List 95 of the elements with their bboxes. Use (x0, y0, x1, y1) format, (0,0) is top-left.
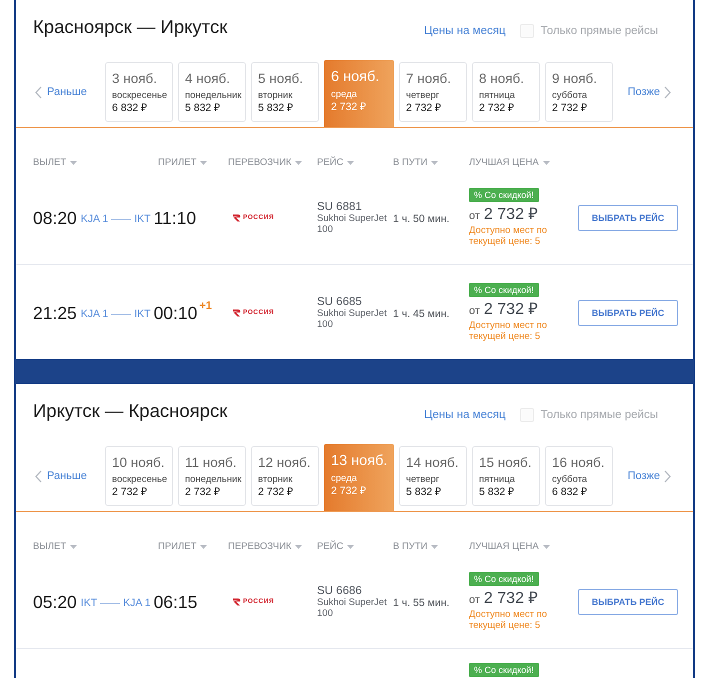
sort-caret-icon (542, 545, 550, 549)
airport-code: KJA 1 (123, 596, 151, 610)
sort-caret-icon (200, 545, 208, 549)
logo-icon (233, 598, 241, 606)
sort-caret-icon (70, 545, 78, 549)
column-header[interactable]: ВЫЛЕТ (33, 156, 78, 170)
column-header[interactable]: РЕЙС (317, 540, 354, 554)
later-link[interactable]: Позже (628, 446, 671, 506)
departure-time: 05:20 (33, 590, 77, 612)
sort-caret-icon (431, 161, 438, 165)
flight-duration: 1 ч. 50 мин. (393, 212, 450, 224)
price-prefix: от (469, 594, 480, 606)
month-prices-link[interactable]: Цены на месяц (424, 24, 506, 38)
discount-badge: % Со скидкой! (469, 572, 539, 586)
column-header[interactable]: ПРИЛЕТ (158, 156, 208, 170)
logo-icon (233, 214, 241, 222)
date-tab[interactable]: 12 нояб. вторник 2 732 ₽ (251, 446, 319, 506)
date-tab[interactable]: 4 нояб. понедельник 5 832 ₽ (178, 62, 246, 122)
flight-number: SU 6685 (317, 296, 363, 308)
date-tab[interactable]: 11 нояб. понедельник 2 732 ₽ (178, 446, 246, 506)
seats-available-note: Доступно мест по текущей цене: 5 (469, 609, 548, 631)
chevron-left-icon (35, 470, 42, 482)
column-header[interactable]: В ПУТИ (393, 540, 438, 554)
direct-only-label: Только прямые рейсы (540, 408, 658, 422)
airport-code: KJA 1 (80, 307, 108, 321)
date-tab[interactable]: 14 нояб. четверг 5 832 ₽ (399, 446, 467, 506)
logo-icon (233, 308, 241, 316)
arrival-time: 06:15 (154, 590, 198, 612)
sort-caret-icon (70, 161, 78, 165)
route-line (100, 602, 120, 604)
aircraft-model: Sukhoi SuperJet 100 (317, 596, 388, 618)
seats-available-note: Доступно мест по текущей цене: 5 (469, 225, 548, 247)
flight-number: SU 6881 (317, 200, 363, 212)
day-offset-label: +1 (199, 300, 212, 312)
direct-only-label: Только прямые рейсы (540, 24, 658, 38)
select-flight-button[interactable]: ВЫБРАТЬ РЕЙС (578, 300, 678, 326)
sort-caret-icon (431, 545, 438, 549)
date-tab[interactable]: 8 нояб. пятница 2 732 ₽ (472, 62, 540, 122)
column-header[interactable]: ПЕРЕВОЗЧИК (228, 156, 302, 170)
airport-code: IKT (80, 596, 98, 610)
discount-badge: % Со скидкой! (469, 283, 539, 297)
flight-duration: 1 ч. 55 мин. (393, 596, 450, 608)
departure-time: 21:25 (33, 302, 77, 324)
column-header[interactable]: ПЕРЕВОЗЧИК (228, 540, 302, 554)
aircraft-model: Sukhoi SuperJet 100 (317, 212, 388, 234)
earlier-link[interactable]: Раньше (35, 62, 105, 122)
date-tab[interactable]: 13 нояб. среда 2 732 ₽ (324, 444, 394, 511)
airport-code: KJA 1 (80, 212, 108, 226)
date-tab[interactable]: 6 нояб. среда 2 732 ₽ (324, 60, 394, 127)
date-tab[interactable]: 7 нояб. четверг 2 732 ₽ (399, 62, 467, 122)
date-tab[interactable]: 16 нояб. суббота 6 832 ₽ (545, 446, 613, 506)
earlier-link[interactable]: Раньше (35, 446, 105, 506)
sort-caret-icon (347, 545, 354, 549)
select-flight-button[interactable]: ВЫБРАТЬ РЕЙС (578, 588, 678, 614)
airport-code: IKT (134, 307, 151, 321)
sort-caret-icon (295, 545, 302, 549)
airport-code: IKT (134, 212, 151, 226)
sort-caret-icon (295, 161, 302, 165)
date-tab[interactable]: 15 нояб. пятница 5 832 ₽ (472, 446, 540, 506)
column-header[interactable]: ЛУЧШАЯ ЦЕНА (469, 156, 550, 170)
price-amount: 2 732 ₽ (484, 205, 538, 225)
route-title: Красноярск — Иркутск (33, 16, 228, 38)
column-header[interactable]: РЕЙС (317, 156, 354, 170)
arrival-time: 00:10 (154, 302, 198, 324)
chevron-right-icon (664, 470, 671, 482)
chevron-right-icon (664, 86, 671, 98)
arrival-time: 11:10 (154, 206, 196, 228)
later-link[interactable]: Позже (628, 62, 671, 122)
column-header[interactable]: В ПУТИ (393, 156, 438, 170)
month-prices-link[interactable]: Цены на месяц (424, 408, 506, 422)
chevron-left-icon (35, 86, 42, 98)
departure-time: 08:20 (33, 206, 77, 228)
date-tab[interactable]: 3 нояб. воскресенье 6 832 ₽ (105, 62, 173, 122)
seats-available-note: Доступно мест по текущей цене: 5 (469, 320, 548, 342)
flight-duration: 1 ч. 45 мин. (393, 308, 450, 320)
column-header[interactable]: ПРИЛЕТ (158, 540, 208, 554)
column-header[interactable]: ЛУЧШАЯ ЦЕНА (469, 540, 550, 554)
sort-caret-icon (542, 161, 550, 165)
sort-caret-icon (347, 161, 354, 165)
date-tab[interactable]: 10 нояб. воскресенье 2 732 ₽ (105, 446, 173, 506)
select-flight-button[interactable]: ВЫБРАТЬ РЕЙС (578, 204, 678, 230)
route-line (111, 218, 132, 220)
date-tab[interactable]: 5 нояб. вторник 5 832 ₽ (251, 62, 319, 122)
discount-badge: % Со скидкой! (469, 188, 539, 202)
route-title: Иркутск — Красноярск (33, 400, 228, 422)
price-amount: 2 732 ₽ (484, 300, 538, 320)
price-prefix: от (469, 305, 480, 317)
discount-badge: % Со скидкой! (469, 663, 539, 677)
date-tab[interactable]: 9 нояб. суббота 2 732 ₽ (545, 62, 613, 122)
price-amount: 2 732 ₽ (484, 589, 538, 609)
flight-number: SU 6686 (317, 584, 363, 596)
price-prefix: от (469, 210, 480, 222)
aircraft-model: Sukhoi SuperJet 100 (317, 308, 388, 330)
sort-caret-icon (200, 161, 208, 165)
column-header[interactable]: ВЫЛЕТ (33, 540, 78, 554)
